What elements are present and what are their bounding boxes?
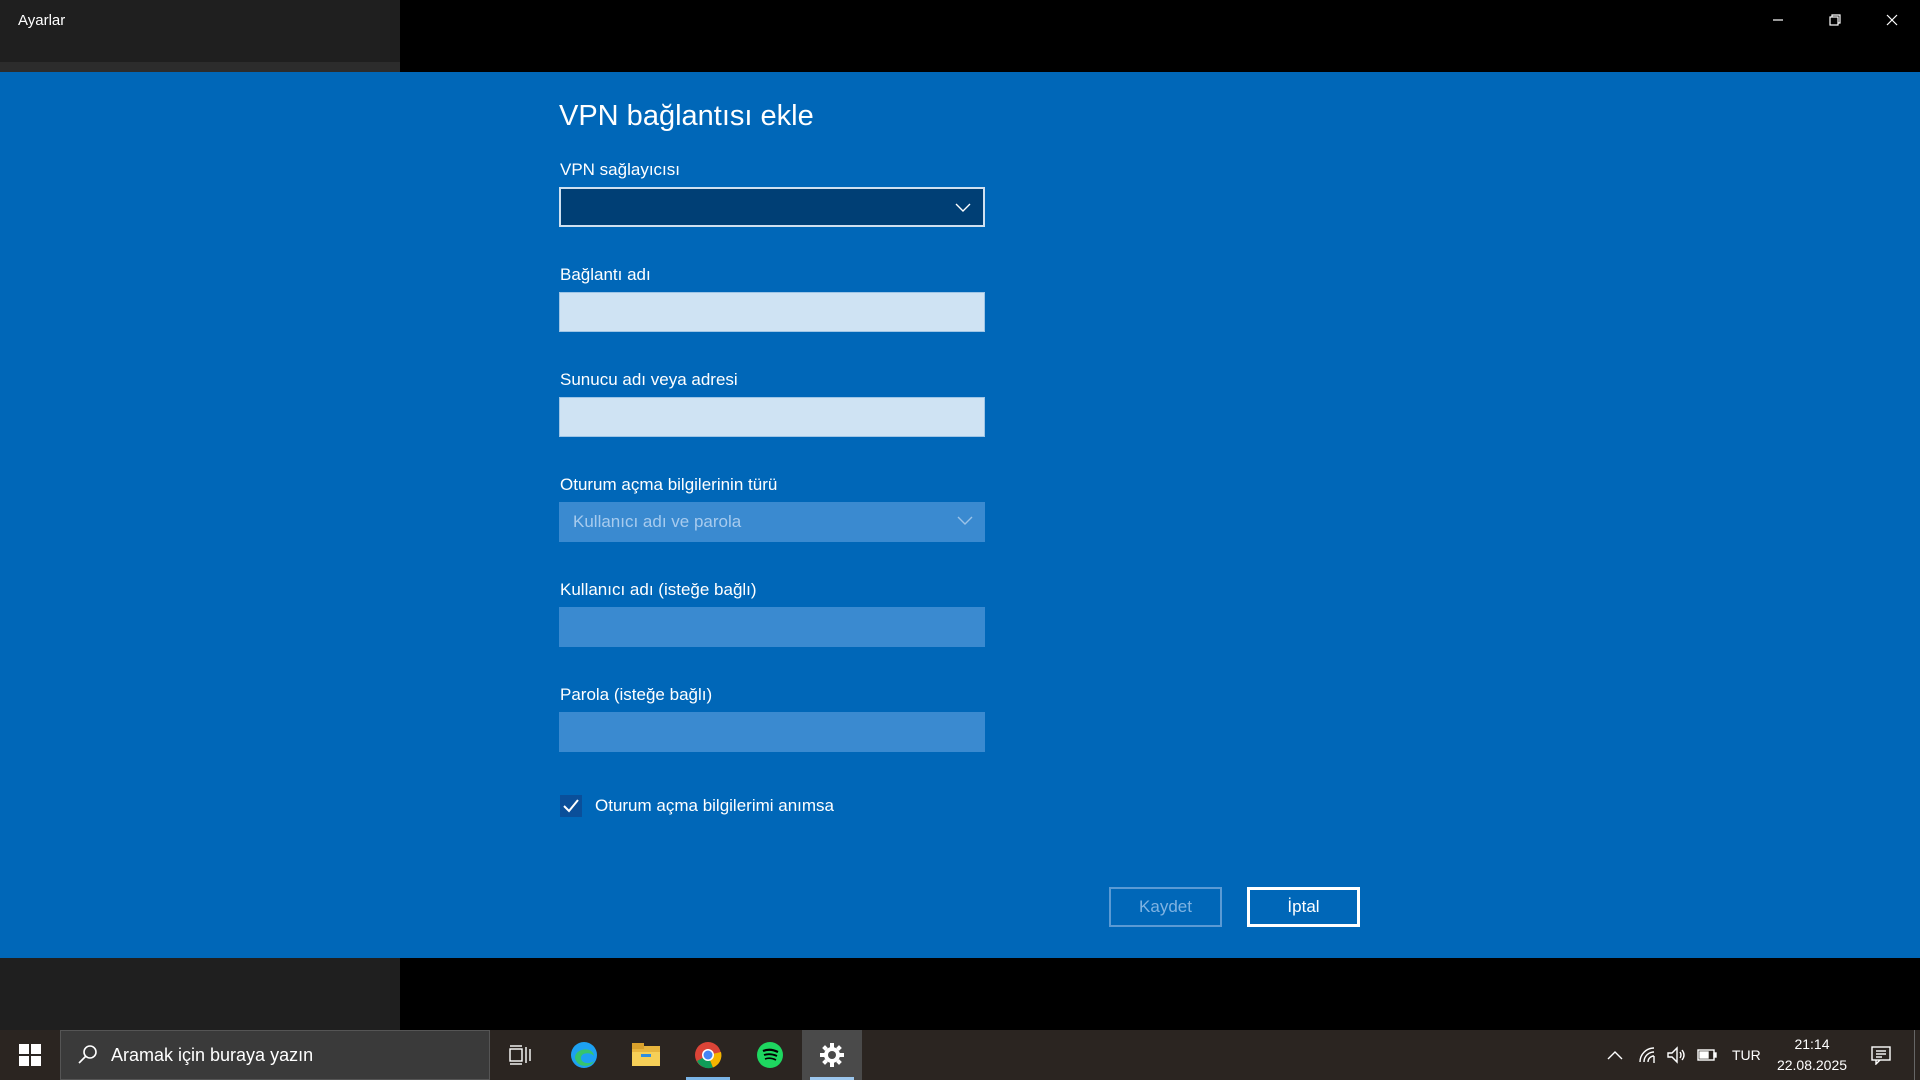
taskbar-search-box[interactable]: Aramak için buraya yazın bbox=[60, 1030, 490, 1080]
window-background bbox=[0, 958, 1920, 1030]
remember-credentials-checkbox[interactable] bbox=[560, 795, 582, 817]
network-tray-button[interactable] bbox=[1638, 1030, 1658, 1080]
chrome-taskbar-button[interactable] bbox=[678, 1030, 738, 1080]
remember-credentials-label: Oturum açma bilgilerimi anımsa bbox=[595, 796, 835, 815]
dialog-title: VPN bağlantısı ekle bbox=[559, 100, 814, 132]
vpn-provider-label: VPN sağlayıcısı bbox=[560, 160, 680, 179]
search-icon bbox=[78, 1045, 97, 1064]
settings-icon bbox=[820, 1043, 844, 1067]
minimize-button[interactable] bbox=[1749, 0, 1806, 40]
password-input[interactable] bbox=[559, 712, 985, 752]
show-desktop-button[interactable] bbox=[1914, 1030, 1920, 1080]
task-view-button[interactable] bbox=[490, 1030, 550, 1080]
task-view-icon bbox=[509, 1045, 531, 1065]
volume-icon bbox=[1667, 1046, 1685, 1064]
signin-type-label: Oturum açma bilgilerinin türü bbox=[560, 475, 778, 494]
signin-type-select[interactable]: Kullanıcı adı ve parola bbox=[559, 502, 985, 542]
clock[interactable]: 21:14 22.08.2025 bbox=[1772, 1034, 1852, 1076]
minimize-icon bbox=[1772, 19, 1783, 21]
settings-nav-pane bbox=[0, 958, 400, 1030]
spotify-icon bbox=[757, 1042, 783, 1068]
settings-taskbar-button[interactable] bbox=[802, 1030, 862, 1080]
restore-button[interactable] bbox=[1806, 0, 1863, 40]
username-input[interactable] bbox=[559, 607, 985, 647]
start-button[interactable] bbox=[0, 1030, 60, 1080]
battery-tray-button[interactable] bbox=[1696, 1030, 1718, 1080]
checkmark-icon bbox=[563, 799, 579, 813]
show-hidden-icons-button[interactable] bbox=[1606, 1030, 1624, 1080]
windows-logo-icon bbox=[19, 1044, 41, 1066]
server-address-label: Sunucu adı veya adresi bbox=[560, 370, 738, 389]
clock-date: 22.08.2025 bbox=[1776, 1057, 1848, 1073]
search-placeholder: Aramak için buraya yazın bbox=[111, 1044, 314, 1065]
chrome-icon bbox=[695, 1042, 722, 1069]
title-bar-left-pane bbox=[0, 0, 400, 72]
close-button[interactable] bbox=[1863, 0, 1920, 40]
notification-icon bbox=[1871, 1046, 1891, 1065]
edge-icon bbox=[571, 1042, 597, 1068]
username-label: Kullanıcı adı (isteğe bağlı) bbox=[560, 580, 757, 599]
file-explorer-taskbar-button[interactable] bbox=[616, 1030, 676, 1080]
spotify-taskbar-button[interactable] bbox=[740, 1030, 800, 1080]
chevron-down-icon bbox=[955, 200, 971, 218]
connection-name-input[interactable] bbox=[559, 292, 985, 332]
taskbar: Aramak için buraya yazın TUR 21:14 22.08… bbox=[0, 1030, 1920, 1080]
connection-name-label: Bağlantı adı bbox=[560, 265, 651, 284]
network-icon bbox=[1639, 1047, 1655, 1063]
window-title: Ayarlar bbox=[18, 12, 66, 29]
server-address-input[interactable] bbox=[559, 397, 985, 437]
chevron-down-icon bbox=[957, 513, 973, 531]
edge-taskbar-button[interactable] bbox=[554, 1030, 614, 1080]
cancel-button[interactable]: İptal bbox=[1247, 887, 1360, 927]
language-indicator[interactable]: TUR bbox=[1732, 1030, 1761, 1080]
file-explorer-icon bbox=[632, 1043, 660, 1066]
clock-time: 21:14 bbox=[1794, 1036, 1830, 1052]
title-bar: Ayarlar bbox=[0, 0, 1920, 72]
volume-tray-button[interactable] bbox=[1666, 1030, 1686, 1080]
vpn-provider-select[interactable] bbox=[559, 187, 985, 227]
battery-icon bbox=[1697, 1049, 1717, 1061]
action-center-button[interactable] bbox=[1870, 1030, 1892, 1080]
save-button[interactable]: Kaydet bbox=[1109, 887, 1222, 927]
restore-icon bbox=[1828, 14, 1841, 26]
signin-type-value: Kullanıcı adı ve parola bbox=[573, 512, 742, 531]
password-label: Parola (isteğe bağlı) bbox=[560, 685, 713, 704]
close-icon bbox=[1886, 14, 1897, 26]
add-vpn-dialog: VPN bağlantısı ekle VPN sağlayıcısı Bağl… bbox=[0, 72, 1920, 958]
chevron-up-icon bbox=[1607, 1051, 1623, 1060]
